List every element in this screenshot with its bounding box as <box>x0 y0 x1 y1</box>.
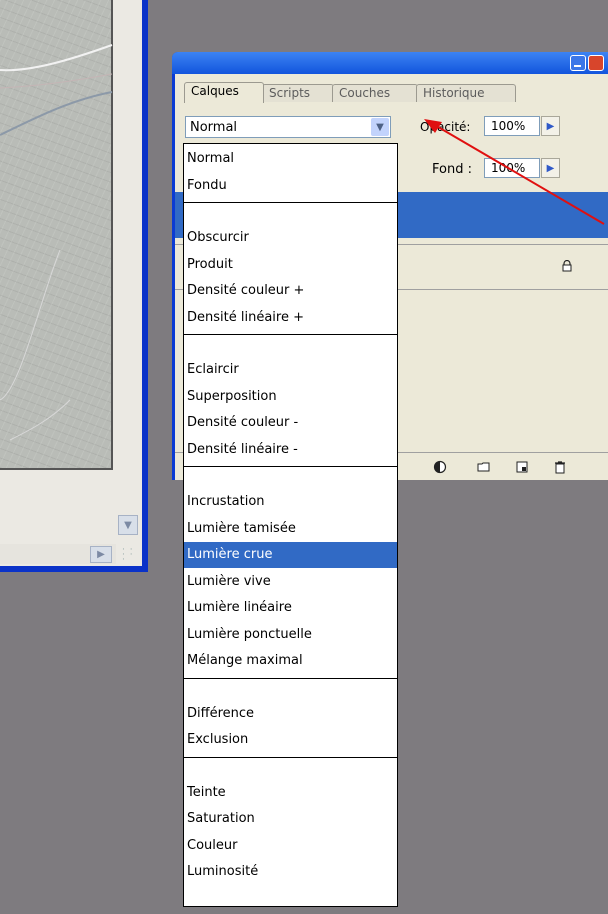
adjustment-layer-icon[interactable] <box>433 460 447 474</box>
blend-mode-option[interactable]: Teinte <box>184 780 397 806</box>
blend-mode-option[interactable]: Incrustation <box>184 489 397 515</box>
folder-icon[interactable] <box>477 460 491 474</box>
blend-mode-value: Normal <box>190 120 238 135</box>
resize-grip-icon[interactable]: · · · · · <box>122 546 138 565</box>
blend-mode-option[interactable]: Densité linéaire - <box>184 437 397 463</box>
chevron-right-icon: ▶ <box>546 120 555 132</box>
lock-icon <box>562 260 572 272</box>
tab-scripts[interactable]: Scripts <box>262 84 334 102</box>
chevron-down-icon[interactable]: ▼ <box>371 118 389 136</box>
menu-separator <box>184 756 397 758</box>
panel-tabs: Calques Scripts Couches Historique <box>184 82 608 103</box>
blend-mode-select[interactable]: Normal ▼ <box>185 116 391 138</box>
scroll-down-button[interactable]: ▼ <box>118 515 138 535</box>
blend-mode-option[interactable]: Densité linéaire + <box>184 305 397 331</box>
tab-calques[interactable]: Calques <box>184 82 264 103</box>
blend-mode-option[interactable]: Produit <box>184 252 397 278</box>
opacity-label: Opacité: <box>420 120 471 134</box>
panel-titlebar[interactable] <box>172 52 608 74</box>
image-canvas[interactable] <box>0 0 113 470</box>
blend-mode-option[interactable]: Exclusion <box>184 727 397 753</box>
blend-mode-option[interactable]: Eclaircir <box>184 357 397 383</box>
blend-mode-option[interactable]: Lumière linéaire <box>184 595 397 621</box>
blend-mode-option[interactable]: Densité couleur - <box>184 410 397 436</box>
blend-mode-option[interactable]: Lumière ponctuelle <box>184 622 397 648</box>
minimize-icon[interactable] <box>570 55 586 71</box>
canvas-texture <box>0 44 113 441</box>
blend-mode-option[interactable]: Saturation <box>184 806 397 832</box>
fill-slider-button[interactable]: ▶ <box>541 158 560 178</box>
blend-mode-option[interactable]: Couleur <box>184 833 397 859</box>
menu-separator <box>184 466 397 467</box>
blend-mode-option[interactable]: Lumière crue <box>184 542 397 568</box>
tab-couches[interactable]: Couches <box>332 84 418 102</box>
blend-mode-option[interactable]: Lumière tamisée <box>184 516 397 542</box>
blend-mode-option[interactable]: Obscurcir <box>184 225 397 251</box>
blend-mode-option[interactable]: Densité couleur + <box>184 278 397 304</box>
menu-separator <box>184 677 397 679</box>
blend-mode-option[interactable]: Différence <box>184 701 397 727</box>
document-window: ▼ ▶ · · · · · <box>0 0 148 572</box>
chevron-right-icon: ▶ <box>97 549 105 560</box>
opacity-slider-button[interactable]: ▶ <box>541 116 560 136</box>
opacity-field[interactable]: 100% <box>484 116 540 136</box>
blend-mode-menu: Normal Fondu Obscurcir Produit Densité coule… <box>183 143 398 907</box>
scroll-right-button[interactable]: ▶ <box>90 546 112 563</box>
trash-icon[interactable] <box>553 460 567 474</box>
fill-field[interactable]: 100% <box>484 158 540 178</box>
menu-separator <box>184 334 397 335</box>
blend-mode-option[interactable]: Fondu <box>184 173 397 199</box>
chevron-right-icon: ▶ <box>546 162 555 174</box>
blend-mode-option[interactable]: Luminosité <box>184 859 397 885</box>
document-window-body: ▼ ▶ · · · · · <box>0 0 142 566</box>
chevron-down-icon: ▼ <box>124 519 132 531</box>
new-layer-icon[interactable] <box>515 460 529 474</box>
close-icon[interactable] <box>588 55 604 71</box>
tab-historique[interactable]: Historique <box>416 84 516 102</box>
fill-label: Fond : <box>432 162 472 177</box>
menu-separator <box>184 202 397 203</box>
blend-mode-option[interactable]: Normal <box>184 146 397 172</box>
blend-mode-option[interactable]: Lumière vive <box>184 569 397 595</box>
blend-mode-option[interactable]: Superposition <box>184 384 397 410</box>
blend-mode-option[interactable]: Mélange maximal <box>184 648 397 674</box>
